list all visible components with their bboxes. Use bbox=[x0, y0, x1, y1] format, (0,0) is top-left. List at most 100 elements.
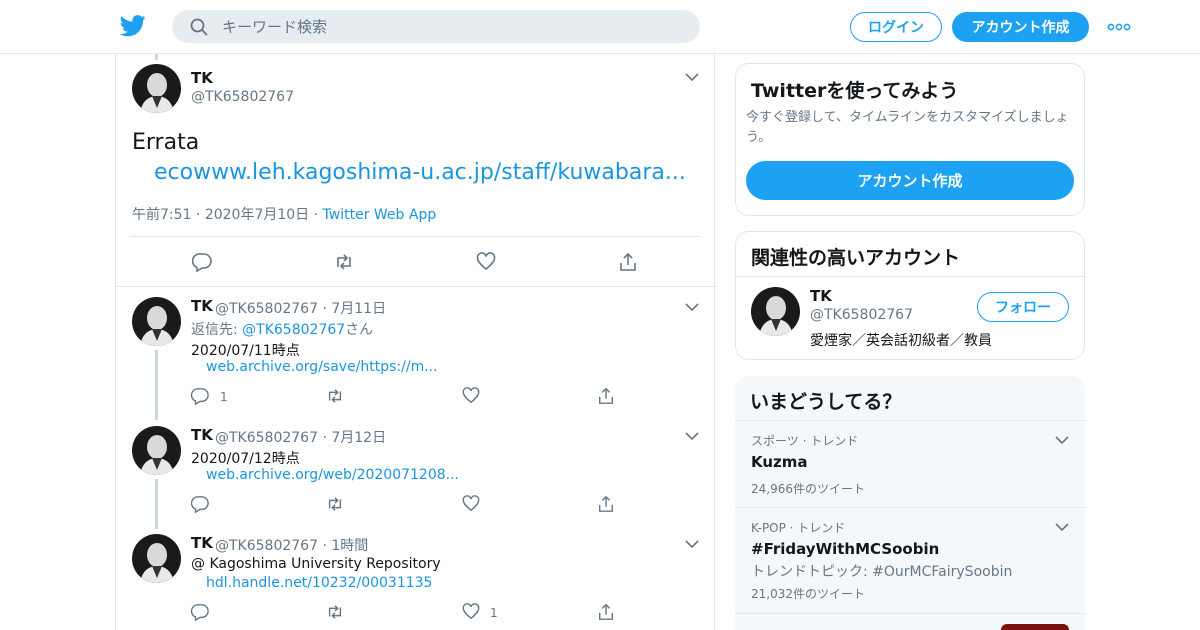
signup-button[interactable]: アカウント作成 bbox=[952, 12, 1089, 42]
avatar-image bbox=[751, 287, 800, 336]
tweet-text: 2020/07/11時点 bbox=[191, 343, 300, 359]
chevron-down-icon[interactable] bbox=[685, 539, 699, 549]
retweet-icon[interactable] bbox=[326, 387, 344, 405]
trend-name[interactable]: Kuzma bbox=[751, 453, 808, 471]
dot-separator: · bbox=[309, 207, 323, 223]
reply-to-handle[interactable]: @TK65802767 bbox=[242, 322, 345, 338]
avatar[interactable] bbox=[132, 426, 181, 475]
reply-icon[interactable] bbox=[192, 252, 212, 272]
tweet-text: 2020/07/12時点 bbox=[191, 451, 300, 467]
tweet-text: Errata bbox=[132, 130, 200, 155]
thread-line bbox=[155, 350, 158, 420]
divider bbox=[735, 613, 1085, 614]
share-icon[interactable] bbox=[597, 603, 615, 621]
share-icon[interactable] bbox=[618, 252, 638, 272]
tweet-time[interactable]: 午前7:51 bbox=[132, 207, 191, 223]
tweet-date[interactable]: 1時間 bbox=[331, 538, 368, 554]
dot-separator: · bbox=[191, 207, 205, 223]
follow-button[interactable]: フォロー bbox=[977, 292, 1069, 322]
search-input[interactable] bbox=[222, 10, 682, 43]
trend-tweet-count: 24,966件のツイート bbox=[751, 482, 865, 496]
reply-count: 1 bbox=[220, 390, 228, 404]
reply-icon[interactable] bbox=[191, 603, 209, 621]
retweet-icon[interactable] bbox=[326, 495, 344, 513]
search-icon bbox=[190, 18, 208, 36]
divider bbox=[735, 420, 1085, 421]
chevron-down-icon[interactable] bbox=[685, 72, 699, 82]
reply-icon[interactable] bbox=[191, 495, 209, 513]
tweet-author-handle[interactable]: @TK65802767 bbox=[215, 538, 318, 554]
chevron-down-icon[interactable] bbox=[685, 302, 699, 312]
login-button[interactable]: ログイン bbox=[850, 12, 942, 42]
retweet-icon[interactable] bbox=[334, 252, 354, 272]
trends-title: いまどうしてる？ bbox=[750, 391, 902, 413]
trend-name[interactable]: #FridayWithMCSoobin bbox=[751, 540, 939, 558]
related-account-handle[interactable]: @TK65802767 bbox=[810, 307, 913, 323]
related-account-name[interactable]: TK bbox=[810, 287, 832, 305]
tweet-link[interactable]: web.archive.org/web/2020071208... bbox=[206, 467, 459, 483]
tweet-date[interactable]: 2020年7月10日 bbox=[205, 207, 309, 223]
dot-separator: · bbox=[318, 538, 332, 554]
signup-card-button[interactable]: アカウント作成 bbox=[746, 161, 1074, 200]
share-icon[interactable] bbox=[597, 387, 615, 405]
divider bbox=[736, 276, 1084, 277]
related-account-bio: 愛煙家／英会話初級者／教員 bbox=[810, 333, 992, 349]
tweet-metadata: 午前7:51 · 2020年7月10日 · Twitter Web App bbox=[132, 204, 436, 224]
like-icon[interactable] bbox=[476, 252, 496, 272]
tweet-link[interactable]: web.archive.org/save/https://m... bbox=[206, 359, 438, 375]
like-icon[interactable] bbox=[462, 603, 480, 621]
tweet-text: @ Kagoshima University Repository bbox=[191, 556, 441, 572]
signup-card-title: Twitterを使ってみよう bbox=[751, 80, 959, 102]
chevron-down-icon[interactable] bbox=[1055, 522, 1069, 532]
top-bar: ログイン アカウント作成 bbox=[0, 0, 1200, 54]
signup-card-subtitle-line: 今すぐ登録して、タイムラインをカスタマイズしましょ bbox=[746, 110, 1069, 125]
avatar-image bbox=[132, 426, 181, 475]
trend-thumbnail bbox=[1001, 624, 1069, 630]
avatar-image bbox=[132, 297, 181, 346]
tweet-author-handle[interactable]: @TK65802767 bbox=[215, 430, 318, 446]
tweet-date[interactable]: 7月11日 bbox=[331, 301, 386, 317]
tweet-header: @TK65802767 · 7月12日 bbox=[215, 427, 386, 447]
like-icon[interactable] bbox=[462, 387, 480, 405]
twitter-bird-icon[interactable] bbox=[120, 14, 146, 38]
tweet-link[interactable]: hdl.handle.net/10232/00031135 bbox=[206, 575, 432, 591]
thread-line bbox=[155, 479, 158, 529]
trend-item-partial[interactable] bbox=[751, 624, 1071, 630]
dot-separator: · bbox=[318, 301, 332, 317]
related-card-title: 関連性の高いアカウント bbox=[751, 247, 961, 269]
avatar-image bbox=[132, 64, 181, 113]
like-icon[interactable] bbox=[462, 495, 480, 513]
reply-suffix: さん bbox=[345, 322, 374, 338]
share-icon[interactable] bbox=[597, 495, 615, 513]
tweet-author-name[interactable]: TK bbox=[191, 297, 213, 315]
avatar[interactable] bbox=[132, 534, 181, 583]
chevron-down-icon[interactable] bbox=[1055, 435, 1069, 445]
timeline-column: TK @TK65802767 Errata ecowww.leh.kagoshi… bbox=[115, 54, 716, 630]
more-icon[interactable] bbox=[1107, 22, 1131, 32]
avatar-image bbox=[132, 534, 181, 583]
reply-icon[interactable] bbox=[191, 387, 209, 405]
tweet-author-handle[interactable]: @TK65802767 bbox=[215, 301, 318, 317]
thread-line bbox=[155, 54, 158, 60]
retweet-icon[interactable] bbox=[326, 603, 344, 621]
trend-description: トレンドトピック: #OurMCFairySoobin bbox=[751, 564, 1013, 580]
divider bbox=[116, 286, 716, 287]
tweet-author-name[interactable]: TK bbox=[191, 69, 213, 87]
signup-card-subtitle-line: う。 bbox=[746, 130, 772, 145]
search-box[interactable] bbox=[172, 10, 700, 43]
chevron-down-icon[interactable] bbox=[685, 431, 699, 441]
avatar[interactable] bbox=[132, 64, 181, 113]
tweet-author-name[interactable]: TK bbox=[191, 426, 213, 444]
like-count: 1 bbox=[490, 606, 498, 620]
tweet-date[interactable]: 7月12日 bbox=[331, 430, 386, 446]
trend-category: K-POP · トレンド bbox=[751, 521, 846, 535]
tweet-source[interactable]: Twitter Web App bbox=[323, 207, 437, 223]
tweet-header: @TK65802767 · 7月11日 bbox=[215, 298, 386, 318]
tweet-author-handle[interactable]: @TK65802767 bbox=[191, 89, 294, 105]
tweet-link[interactable]: ecowww.leh.kagoshima-u.ac.jp/staff/kuwab… bbox=[154, 160, 686, 185]
avatar[interactable] bbox=[751, 287, 800, 336]
avatar[interactable] bbox=[132, 297, 181, 346]
related-accounts-card: 関連性の高いアカウント TK @TK65802767 愛煙家／英会話初級者／教員… bbox=[735, 231, 1085, 360]
tweet-author-name[interactable]: TK bbox=[191, 534, 213, 552]
divider bbox=[130, 236, 700, 237]
